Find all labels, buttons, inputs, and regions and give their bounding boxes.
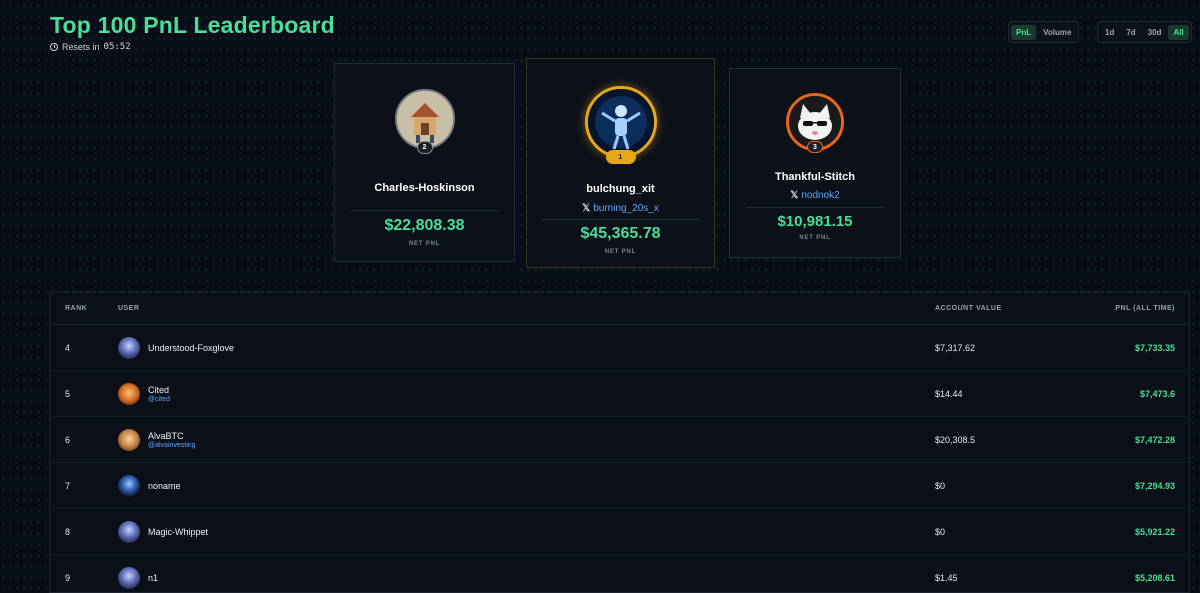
user-name[interactable]: Magic-Whippet xyxy=(148,527,208,537)
avatar xyxy=(118,336,140,359)
avatar xyxy=(394,89,455,149)
avatar xyxy=(118,566,140,589)
reset-countdown: Resets in 05:52 xyxy=(50,42,131,52)
leaderboard-table: RANK USER ACCOUNT VALUE PNL (ALL TIME) 4… xyxy=(49,292,1190,593)
user-name: bulchung_xit xyxy=(586,183,655,195)
net-pnl-label: NET PNL xyxy=(408,241,441,247)
user-handle-link[interactable]: @cited xyxy=(148,396,170,403)
metric-toggle: PnL Volume xyxy=(1008,21,1080,43)
user-name[interactable]: noname xyxy=(148,481,181,491)
avatar xyxy=(118,428,140,451)
avatar xyxy=(584,86,657,158)
x-logo-icon: 𝕏 xyxy=(790,190,799,201)
account-value-column-header: ACCOUNT VALUE xyxy=(935,305,1002,312)
rank-badge: 1 xyxy=(605,150,636,164)
rank-cell: 6 xyxy=(65,434,71,445)
user-name[interactable]: Cited xyxy=(148,385,170,395)
avatar xyxy=(118,520,140,543)
table-header: RANK USER ACCOUNT VALUE PNL (ALL TIME) xyxy=(50,293,1189,325)
account-value-cell: $7,317.62 xyxy=(935,342,976,353)
net-pnl-label: NET PNL xyxy=(799,235,831,241)
table-row[interactable]: 8 Magic-Whippet $0 $5,921.22 xyxy=(50,509,1189,555)
divider xyxy=(541,219,700,220)
range-1d-option[interactable]: 1d xyxy=(1100,25,1119,40)
pnl-cell: $5,208.61 xyxy=(1134,572,1175,583)
pnl-cell: $5,921.22 xyxy=(1134,526,1175,537)
account-value-cell: $0 xyxy=(935,480,946,491)
user-column-header: USER xyxy=(118,305,140,312)
resets-label: Resets in xyxy=(62,42,100,52)
avatar xyxy=(118,474,140,497)
pnl-column-header: PNL (ALL TIME) xyxy=(1115,305,1175,312)
page-title: Top 100 PnL Leaderboard xyxy=(50,12,335,38)
rank-cell: 7 xyxy=(65,480,71,491)
net-pnl-value: $22,808.38 xyxy=(384,217,465,234)
avatar xyxy=(118,382,140,405)
rank-column-header: RANK xyxy=(65,305,88,312)
pnl-cell: $7,473.6 xyxy=(1139,388,1175,399)
podium-card-first[interactable]: 1 bulchung_xit 𝕏burning_20s_x $45,365.78… xyxy=(526,58,715,268)
rank-cell: 5 xyxy=(65,388,71,399)
range-all-option[interactable]: All xyxy=(1168,24,1189,40)
divider xyxy=(746,207,884,208)
table-row[interactable]: 6 AlvaBTC @alvainvesting $20,308.5 $7,47… xyxy=(50,417,1189,463)
resets-timer: 05:52 xyxy=(103,42,131,52)
table-row[interactable]: 9 n1 $1.45 $5,208.61 xyxy=(50,555,1189,593)
pnl-cell: $7,733.35 xyxy=(1134,342,1175,353)
account-value-cell: $1.45 xyxy=(935,572,958,583)
rank-cell: 4 xyxy=(65,342,71,353)
net-pnl-label: NET PNL xyxy=(604,249,637,255)
range-30d-option[interactable]: 30d xyxy=(1143,25,1167,40)
metric-volume-option[interactable]: Volume xyxy=(1038,25,1076,40)
podium-card-second[interactable]: 2 Charles-Hoskinson $22,808.38 NET PNL xyxy=(334,63,515,262)
rank-cell: 9 xyxy=(65,572,71,583)
x-logo-icon: 𝕏 xyxy=(582,203,591,214)
metric-pnl-option[interactable]: PnL xyxy=(1011,24,1037,40)
glowing-figure-avatar-icon xyxy=(587,89,654,155)
divider xyxy=(350,210,499,211)
table-row[interactable]: 4 Understood-Foxglove $7,317.62 $7,733.3… xyxy=(50,325,1189,371)
range-7d-option[interactable]: 7d xyxy=(1121,25,1140,40)
podium-card-third[interactable]: 3 Thankful-Stitch 𝕏nodnok2 $10,981.15 NE… xyxy=(729,68,901,258)
pnl-cell: $7,294.93 xyxy=(1134,480,1175,491)
x-handle-link[interactable]: 𝕏nodnok2 xyxy=(730,190,900,201)
net-pnl-value: $45,365.78 xyxy=(580,225,661,242)
clock-icon xyxy=(50,43,58,51)
account-value-cell: $20,308.5 xyxy=(935,434,976,445)
user-name[interactable]: n1 xyxy=(148,573,158,583)
user-name: Thankful-Stitch xyxy=(774,171,856,183)
rank-cell: 8 xyxy=(65,526,71,537)
range-toggle: 1d 7d 30d All xyxy=(1097,21,1192,43)
x-handle-link[interactable]: 𝕏burning_20s_x xyxy=(527,203,714,214)
net-pnl-value: $10,981.15 xyxy=(777,213,853,230)
user-name[interactable]: AlvaBTC xyxy=(148,431,196,441)
user-handle-link[interactable]: @alvainvesting xyxy=(148,442,196,449)
house-avatar-icon xyxy=(396,91,453,147)
table-row[interactable]: 7 noname $0 $7,294.93 xyxy=(50,463,1189,509)
table-row[interactable]: 5 Cited @cited $14.44 $7,473.6 xyxy=(50,371,1189,417)
user-name[interactable]: Understood-Foxglove xyxy=(148,343,234,353)
account-value-cell: $0 xyxy=(935,526,946,537)
rank-badge: 3 xyxy=(807,141,823,153)
pnl-cell: $7,472.28 xyxy=(1134,434,1175,445)
rank-badge: 2 xyxy=(416,141,433,154)
account-value-cell: $14.44 xyxy=(935,388,963,399)
user-name: Charles-Hoskinson xyxy=(374,182,475,194)
